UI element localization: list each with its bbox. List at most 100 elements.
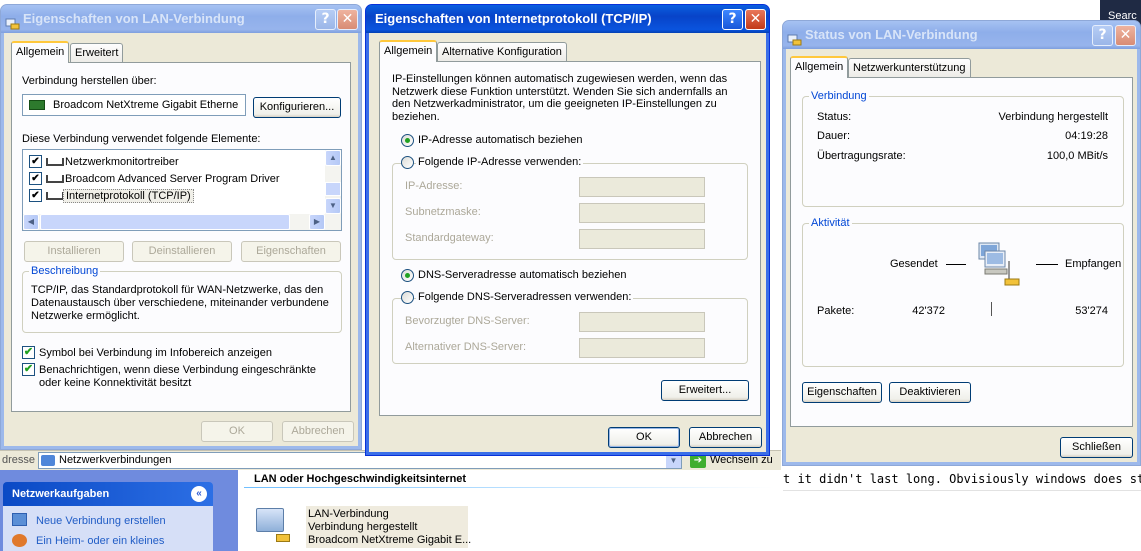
close-button[interactable]: ✕ — [1115, 25, 1136, 46]
horizontal-scrollbar[interactable]: ◀ ▶ — [23, 214, 341, 230]
tab-alternative-konfiguration[interactable]: Alternative Konfiguration — [437, 42, 567, 62]
elements-label: Diese Verbindung verwendet folgende Elem… — [22, 133, 261, 145]
close-dialog-button[interactable]: Schließen — [1060, 437, 1133, 458]
list-item[interactable]: ✔ Broadcom Advanced Server Program Drive… — [23, 171, 325, 187]
tcpip-title: Eigenschaften von Internetprotokoll (TCP… — [375, 11, 652, 26]
disable-button[interactable]: Deaktivieren — [889, 382, 971, 403]
tray-icon-label: Symbol bei Verbindung im Infobereich anz… — [39, 347, 272, 359]
elements-list[interactable]: ✔ Netzwerkmonitortreiber ✔ Broadcom Adva… — [22, 149, 342, 231]
preferred-dns-label: Bevorzugter DNS-Server: — [405, 315, 530, 327]
network-computer-icon — [256, 508, 284, 532]
task-pane-body: Neue Verbindung erstellen Ein Heim- oder… — [3, 506, 213, 551]
network-connection-icon — [787, 28, 802, 46]
install-button[interactable]: Installieren — [24, 241, 124, 262]
alternate-dns-field[interactable] — [579, 338, 705, 358]
notify-checkbox[interactable]: ✔ — [22, 363, 35, 376]
duration-value: 04:19:28 — [1065, 130, 1108, 142]
help-button[interactable]: ? — [722, 9, 743, 30]
tcpip-properties-window: Eigenschaften von Internetprotokoll (TCP… — [365, 4, 770, 456]
preferred-dns-field[interactable] — [579, 312, 705, 332]
connect-via-label: Verbindung herstellen über: — [22, 75, 157, 87]
status-value: Verbindung hergestellt — [998, 111, 1108, 123]
ip-manual-radio[interactable] — [401, 156, 414, 169]
tcpip-titlebar[interactable]: Eigenschaften von Internetprotokoll (TCP… — [366, 5, 769, 33]
home-network-icon — [12, 534, 27, 547]
hscroll-thumb[interactable] — [40, 214, 290, 230]
packets-divider — [991, 302, 992, 316]
dns-manual-radio[interactable] — [401, 291, 414, 304]
lan-connection-item[interactable]: LAN-Verbindung Verbindung hergestellt Br… — [254, 506, 471, 548]
status-label: Status: — [817, 111, 852, 123]
advanced-button[interactable]: Erweitert... — [661, 380, 749, 401]
speed-value: 100,0 MBit/s — [1046, 150, 1108, 162]
new-connection-icon — [12, 513, 27, 526]
protocol-icon — [46, 192, 64, 200]
dns-manual-label: Folgende DNS-Serveradressen verwenden: — [416, 291, 634, 303]
status-properties-button[interactable]: Eigenschaften — [802, 382, 882, 403]
tab-erweitert[interactable]: Erweitert — [70, 43, 124, 63]
ok-button[interactable]: OK — [608, 427, 680, 448]
status-titlebar[interactable]: Status von LAN-Verbindung ? ✕ — [783, 21, 1140, 49]
item-checkbox[interactable]: ✔ — [29, 172, 42, 185]
uninstall-button[interactable]: Deinstallieren — [132, 241, 232, 262]
scroll-thumb[interactable] — [325, 182, 341, 196]
task-pane-header[interactable]: Netzwerkaufgaben « — [3, 482, 213, 506]
configure-button[interactable]: Konfigurieren... — [253, 97, 341, 118]
scroll-up-icon[interactable]: ▲ — [325, 150, 341, 166]
tab-netzwerkunterstuetzung[interactable]: Netzwerkunterstützung — [848, 58, 971, 78]
connection-group-title: Verbindung — [809, 90, 869, 102]
adapter-name: Broadcom NetXtreme Gigabit Etherne — [53, 99, 239, 111]
item-label: Broadcom Advanced Server Program Driver — [65, 173, 280, 185]
scroll-right-icon[interactable]: ▶ — [309, 214, 325, 230]
protocol-icon — [46, 175, 64, 183]
tab-allgemein[interactable]: Allgemein — [379, 40, 438, 62]
dns-auto-radio[interactable] — [401, 269, 414, 282]
list-item[interactable]: ✔ Internetprotokoll (TCP/IP) — [23, 188, 325, 204]
task-home-network[interactable]: Ein Heim- oder ein kleines — [36, 535, 164, 547]
close-button[interactable]: ✕ — [745, 9, 766, 30]
subnet-mask-label: Subnetzmaske: — [405, 206, 481, 218]
lan-properties-titlebar[interactable]: Eigenschaften von LAN-Verbindung ? ✕ — [1, 5, 361, 33]
activity-group-title: Aktivität — [809, 217, 852, 229]
description-title: Beschreibung — [29, 265, 101, 277]
lan-properties-client: Allgemein Erweitert Verbindung herstelle… — [4, 33, 358, 446]
address-label: dresse — [2, 454, 36, 466]
tab-allgemein[interactable]: Allgemein — [790, 56, 849, 78]
item-checkbox[interactable]: ✔ — [29, 155, 42, 168]
cancel-button[interactable]: Abbrechen — [282, 421, 354, 442]
lan-properties-title: Eigenschaften von LAN-Verbindung — [23, 11, 245, 26]
help-button[interactable]: ? — [1092, 25, 1113, 46]
default-gateway-field[interactable] — [579, 229, 705, 249]
received-line — [1036, 264, 1058, 265]
lan-connection-status: Verbindung hergestellt — [308, 521, 418, 533]
tray-icon-checkbox[interactable]: ✔ — [22, 346, 35, 359]
tab-allgemein[interactable]: Allgemein — [11, 41, 70, 63]
ip-address-field[interactable] — [579, 177, 705, 197]
item-properties-button[interactable]: Eigenschaften — [241, 241, 341, 262]
task-pane: Netzwerkaufgaben « Neue Verbindung erste… — [0, 470, 238, 551]
status-title: Status von LAN-Verbindung — [805, 27, 978, 42]
forum-panel — [783, 490, 1141, 551]
list-item[interactable]: ✔ Netzwerkmonitortreiber — [23, 154, 325, 170]
ok-button[interactable]: OK — [201, 421, 273, 442]
help-button[interactable]: ? — [315, 9, 336, 30]
lan-connection-labels: LAN-Verbindung Verbindung hergestellt Br… — [306, 506, 471, 548]
packets-label: Pakete: — [817, 305, 855, 317]
subnet-mask-field[interactable] — [579, 203, 705, 223]
item-checkbox[interactable]: ✔ — [29, 189, 42, 202]
item-label: Internetprotokoll (TCP/IP) — [63, 189, 194, 203]
scroll-down-icon[interactable]: ▼ — [325, 198, 341, 214]
collapse-icon[interactable]: « — [191, 486, 207, 502]
intro-text: IP-Einstellungen können automatisch zuge… — [392, 73, 728, 123]
close-button[interactable]: ✕ — [337, 9, 358, 30]
task-new-connection[interactable]: Neue Verbindung erstellen — [36, 515, 166, 527]
dns-auto-label: DNS-Serveradresse automatisch beziehen — [418, 269, 627, 281]
folder-icon — [41, 455, 55, 466]
cancel-button[interactable]: Abbrechen — [689, 427, 762, 448]
content-group-rule — [244, 487, 774, 488]
tcpip-tabpanel: IP-Einstellungen können automatisch zuge… — [379, 61, 761, 416]
vertical-scrollbar[interactable]: ▲ ▼ — [325, 150, 341, 214]
content-group-title: LAN oder Hochgeschwindigkeitsinternet — [254, 473, 467, 485]
ip-auto-radio[interactable] — [401, 134, 414, 147]
scroll-left-icon[interactable]: ◀ — [23, 214, 39, 230]
